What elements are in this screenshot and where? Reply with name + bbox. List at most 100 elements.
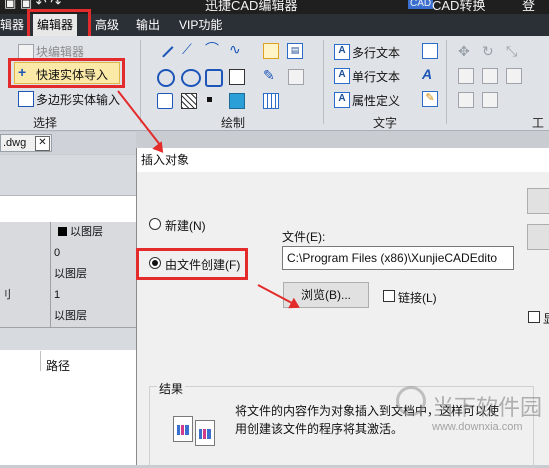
scale-icon: ⤡ xyxy=(506,43,518,59)
cad-logo-icon: CAD xyxy=(408,0,434,9)
property-row[interactable]: 0 xyxy=(0,243,136,265)
attribute-def-button[interactable]: 属性定义 xyxy=(352,92,400,109)
grid-icon[interactable] xyxy=(263,93,279,109)
property-divider xyxy=(50,285,51,306)
circle-icon[interactable] xyxy=(157,69,175,87)
polyline-icon[interactable]: ⟋ xyxy=(182,42,196,56)
property-divider xyxy=(50,243,51,264)
brush-icon[interactable]: ✎ xyxy=(263,68,277,82)
spline-icon[interactable]: ∿ xyxy=(229,42,243,56)
property-divider xyxy=(50,306,51,327)
menu-item-advanced[interactable]: 高级 xyxy=(95,14,119,36)
chart-glyph xyxy=(177,425,189,435)
image-icon[interactable] xyxy=(229,93,245,109)
mirror-icon xyxy=(482,68,498,84)
watermark-url: www.downxia.com xyxy=(432,421,523,433)
property-value: 以图层 xyxy=(54,268,87,280)
property-value: 以图层 xyxy=(70,226,103,238)
text-edit-icon[interactable]: A xyxy=(422,67,436,81)
disabled-tool-icon xyxy=(288,69,304,85)
radio-create-new[interactable] xyxy=(149,218,161,230)
line-icon[interactable] xyxy=(156,40,174,58)
property-row[interactable]: 以图层 xyxy=(0,306,136,328)
property-row[interactable]: 以图层 xyxy=(0,222,136,244)
properties-header xyxy=(0,155,136,196)
properties-footer xyxy=(0,328,136,350)
array-icon xyxy=(482,92,498,108)
property-row[interactable]: 以图层 xyxy=(0,264,136,286)
watermark-logo-icon xyxy=(396,386,426,416)
singleline-text-icon: A xyxy=(334,68,350,84)
ribbon-separator xyxy=(323,40,324,124)
attribute-def-icon: A xyxy=(334,92,350,108)
close-icon[interactable]: ✕ xyxy=(35,136,50,151)
property-value: 1 xyxy=(54,289,61,301)
result-text-line2: 用创建该文件的程序将其激活。 xyxy=(235,422,404,436)
column-divider xyxy=(40,351,41,371)
property-key: 刂 xyxy=(0,289,11,301)
file-label: 文件(E): xyxy=(282,230,326,244)
ellipse-icon[interactable] xyxy=(181,69,201,87)
radio-create-new-label[interactable]: 新建(N) xyxy=(165,217,206,234)
menu-item-output[interactable]: 输出 xyxy=(136,14,160,36)
highlight-box-menu xyxy=(27,9,91,39)
menu-item-vip[interactable]: VIP功能 xyxy=(179,14,222,36)
document-tab-name: .dwg xyxy=(3,137,27,149)
ribbon-separator xyxy=(140,40,141,124)
multiline-text-icon: A xyxy=(334,44,350,60)
tools-group-label: 工 xyxy=(532,116,545,130)
app-title: 迅捷CAD编辑器 xyxy=(205,0,298,13)
hatch-icon[interactable] xyxy=(181,93,197,109)
document-icon xyxy=(195,420,215,446)
watermark-title: 当下软件园 xyxy=(432,395,543,420)
highlight-box-from-file xyxy=(136,248,248,280)
polygon-import-button[interactable]: 多边形实体输入 xyxy=(36,91,120,108)
offset-icon xyxy=(458,92,474,108)
login-button[interactable]: 登 xyxy=(522,0,535,14)
highlight-box-quick-import xyxy=(8,58,125,88)
color-swatch xyxy=(58,227,67,236)
move-icon: ✥ xyxy=(458,43,470,59)
curve-icon[interactable] xyxy=(157,93,173,109)
result-label: 结果 xyxy=(157,380,186,397)
chart-glyph xyxy=(199,429,211,439)
polygon-icon[interactable] xyxy=(205,69,223,87)
table-icon[interactable] xyxy=(229,69,245,85)
text-group-label: 文字 xyxy=(373,116,398,130)
text-edit-pen-icon[interactable]: ✎ xyxy=(422,91,438,107)
multiline-text-button[interactable]: 多行文本 xyxy=(352,44,400,61)
document-icon xyxy=(173,416,193,442)
select-group-label: 选择 xyxy=(33,116,58,130)
cancel-button[interactable] xyxy=(527,224,549,250)
property-value: 以图层 xyxy=(54,310,87,322)
draw-group-label: 绘制 xyxy=(221,116,246,130)
property-divider xyxy=(50,264,51,285)
ribbon-separator xyxy=(446,40,447,124)
trim-icon xyxy=(506,68,522,84)
cad-convert-button[interactable]: CAD转换 xyxy=(432,0,485,14)
file-icon[interactable]: ▤ xyxy=(287,43,303,59)
menu-item-editor-partial[interactable]: 辑器 xyxy=(0,14,24,36)
property-divider xyxy=(50,222,51,243)
singleline-text-button[interactable]: 单行文本 xyxy=(352,68,400,85)
link-label[interactable]: 链接(L) xyxy=(398,289,437,306)
path-column-label: 路径 xyxy=(46,359,71,373)
point-icon[interactable] xyxy=(207,97,212,102)
arc-icon[interactable]: ⌒ xyxy=(205,42,219,56)
ok-button[interactable] xyxy=(527,188,549,214)
property-row[interactable]: 刂 1 xyxy=(0,285,136,307)
property-value: 0 xyxy=(54,247,61,259)
dialog-title: 插入对象 xyxy=(137,148,549,172)
copy-icon xyxy=(458,68,474,84)
properties-panel: 以图层 0 以图层 刂 1 以图层 路径 xyxy=(0,155,136,465)
document-tab-bar: .dwg ✕ xyxy=(0,132,136,154)
link-checkbox[interactable] xyxy=(383,290,395,302)
document-tab[interactable]: .dwg ✕ xyxy=(0,134,52,152)
polygon-import-icon xyxy=(18,91,34,107)
text-style-icon[interactable] xyxy=(422,43,438,59)
display-as-icon-label[interactable]: 显 xyxy=(543,310,549,327)
insert-block-icon[interactable] xyxy=(263,43,279,59)
rotate-icon: ↻ xyxy=(482,43,494,59)
file-path-input[interactable]: C:\Program Files (x86)\XunjieCADEdito xyxy=(282,246,514,270)
display-as-icon-checkbox[interactable] xyxy=(528,311,540,323)
